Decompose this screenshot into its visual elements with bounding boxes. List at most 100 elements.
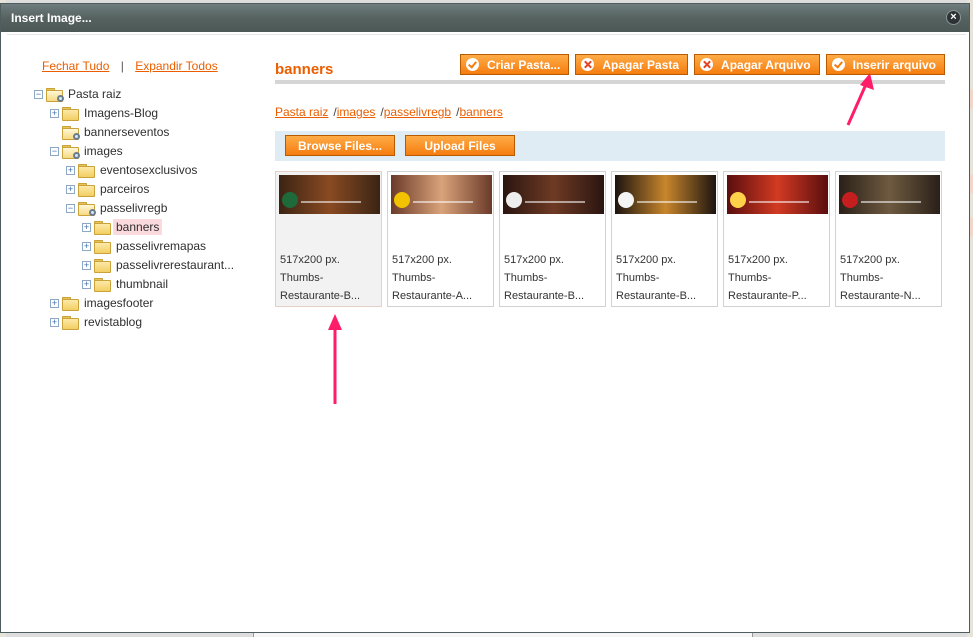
tree-node-label[interactable]: thumbnail [113,276,171,292]
dialog-content: Fechar Tudo | Expandir Todos − Pasta raiz… [7,34,966,628]
tree-node[interactable]: + eventosexclusivos [66,161,200,179]
expand-icon[interactable]: + [50,317,59,327]
tree-node-label[interactable]: bannerseventos [81,124,172,140]
expand-icon[interactable]: + [82,260,91,270]
expand-icon[interactable]: + [66,165,75,175]
thumbnail-name: Thumbs- [728,272,772,284]
thumbnail-dimensions: 517x200 px. [616,254,676,266]
upload-bar: Browse Files... Upload Files [275,131,945,161]
expand-icon[interactable]: + [66,184,75,194]
breadcrumb-item[interactable]: banners [459,105,502,119]
restaurant-logo-icon [730,192,746,208]
thumbnail-name: Thumbs- [504,272,548,284]
tree-node-label[interactable]: banners [113,219,163,235]
tree-node[interactable]: + banners [82,218,163,236]
thumbnail-caption-bar [525,201,585,203]
thumbnail-caption-bar [861,201,921,203]
folder-icon [94,278,111,292]
dialog-titlebar: Insert Image... × [1,4,969,32]
tree-node-label[interactable]: imagesfooter [81,295,156,311]
image-thumbnail[interactable]: 517x200 px. Thumbs- Restaurante-A... [387,171,494,307]
annotation-arrow-up [328,314,342,404]
expand-icon[interactable]: + [82,222,91,232]
tree-node[interactable]: + parceiros [66,180,152,198]
delete-folder-button[interactable]: Apagar Pasta [575,54,689,75]
tree-node[interactable]: + revistablog [50,313,145,331]
restaurant-logo-icon [618,192,634,208]
expand-icon[interactable]: + [50,108,59,118]
collapse-icon[interactable]: − [34,89,43,99]
tree-node-label[interactable]: revistablog [81,314,145,330]
thumbnail-name: Thumbs- [840,272,884,284]
tree-node[interactable]: + imagesfooter [50,294,156,312]
thumbnail-image [839,175,940,214]
thumbnail-name-cont: Restaurante-P... [728,290,807,302]
tree-node[interactable]: + passelivrerestaurant... [82,256,237,274]
folder-icon [94,240,111,254]
tree-node[interactable]: − images [50,142,126,160]
tree-node[interactable]: + thumbnail [82,275,171,293]
tree-node-label[interactable]: passelivrerestaurant... [113,257,237,273]
create-folder-button[interactable]: Criar Pasta... [459,54,570,75]
tree-node[interactable]: + passelivremapas [82,237,209,255]
thumbnail-name-cont: Restaurante-A... [392,290,473,302]
image-thumbnail[interactable]: 517x200 px. Thumbs- Restaurante-B... [275,171,382,307]
folder-icon [62,316,79,330]
expand-all-link[interactable]: Expandir Todos [135,59,218,73]
thumbnail-name-cont: Restaurante-N... [840,290,921,302]
breadcrumb: Pasta raiz/images/passelivregb/banners [275,105,503,119]
tree-node-label[interactable]: Imagens-Blog [81,105,161,121]
folder-search-icon [62,145,80,159]
breadcrumb-item[interactable]: images [337,105,376,119]
tree-node[interactable]: − passelivregb [66,199,170,217]
thumbnail-grid: 517x200 px. Thumbs- Restaurante-B... 517x20… [275,171,942,307]
collapse-icon[interactable]: − [50,146,59,156]
breadcrumb-item[interactable]: passelivregb [384,105,451,119]
image-thumbnail[interactable]: 517x200 px. Thumbs- Restaurante-B... [499,171,606,307]
delete-icon [700,58,714,71]
folder-icon [62,107,79,121]
image-thumbnail[interactable]: 517x200 px. Thumbs- Restaurante-B... [611,171,718,307]
folder-search-icon [78,202,96,216]
image-thumbnail[interactable]: 517x200 px. Thumbs- Restaurante-P... [723,171,830,307]
close-icon[interactable]: × [946,10,961,25]
restaurant-logo-icon [842,192,858,208]
tree-node-label[interactable]: eventosexclusivos [97,162,200,178]
tree-node-label[interactable]: images [81,143,126,159]
expand-icon[interactable]: + [82,279,91,289]
create-folder-label: Criar Pasta... [486,57,561,72]
thumbnail-name: Thumbs- [392,272,436,284]
thumbnail-caption-bar [637,201,697,203]
folder-icon [78,164,95,178]
annotation-arrow-up-right [846,73,874,126]
tree-node[interactable]: bannerseventos [50,123,172,141]
tree-node-label[interactable]: passelivremapas [113,238,209,254]
expand-icon[interactable]: + [50,298,59,308]
tree-node-label[interactable]: passelivregb [97,200,170,216]
thumbnail-name-cont: Restaurante-B... [280,290,361,302]
tree-node[interactable]: + Imagens-Blog [50,104,161,122]
upload-files-button[interactable]: Upload Files [405,135,515,156]
collapse-icon[interactable]: − [66,203,75,213]
restaurant-logo-icon [394,192,410,208]
thumbnail-dimensions: 517x200 px. [280,254,340,266]
image-thumbnail[interactable]: 517x200 px. Thumbs- Restaurante-N... [835,171,942,307]
folder-icon [62,297,79,311]
thumbnail-name: Thumbs- [280,272,324,284]
tree-node-label[interactable]: Pasta raiz [65,86,124,102]
tree-actions: Fechar Tudo | Expandir Todos [42,59,218,73]
tree-node[interactable]: − Pasta raiz [34,85,124,103]
folder-search-icon [62,126,80,140]
collapse-all-link[interactable]: Fechar Tudo [42,59,109,73]
thumbnail-image [727,175,828,214]
breadcrumb-item[interactable]: Pasta raiz [275,105,328,119]
tree-node-label[interactable]: parceiros [97,181,152,197]
thumbnail-dimensions: 517x200 px. [392,254,452,266]
restaurant-logo-icon [506,192,522,208]
delete-file-button[interactable]: Apagar Arquivo [694,54,820,75]
dialog-title: Insert Image... [11,11,92,25]
thumbnail-name-cont: Restaurante-B... [504,290,585,302]
insert-image-dialog: Insert Image... × Fechar Tudo | Expandir… [0,3,970,633]
expand-icon[interactable]: + [82,241,91,251]
browse-files-button[interactable]: Browse Files... [285,135,395,156]
